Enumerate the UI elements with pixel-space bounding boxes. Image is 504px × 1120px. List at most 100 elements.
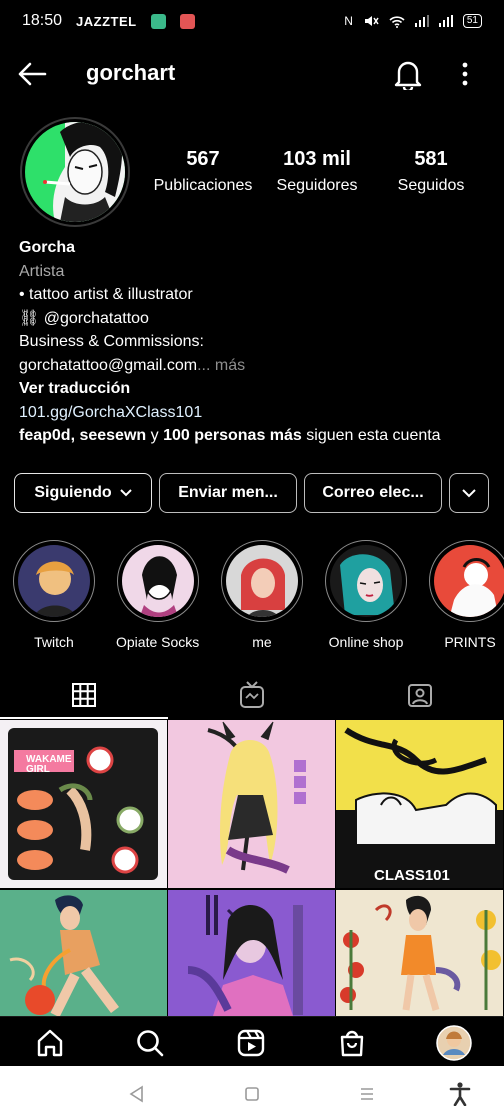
shopping-bag-icon — [340, 1030, 364, 1057]
highlight-prints[interactable]: PRINTS — [428, 540, 504, 650]
highlight-label: me — [252, 634, 272, 650]
home-icon — [37, 1029, 63, 1057]
following-button-label: Siguiendo — [34, 484, 112, 501]
posts-grid: WAKAME GIRL CLASS101 — [0, 720, 504, 1016]
post-thumbnail[interactable] — [0, 890, 167, 1016]
profile-name: Gorcha — [19, 239, 76, 256]
bell-icon — [394, 61, 422, 93]
menu-lines-icon — [361, 1088, 373, 1100]
accessibility-button[interactable] — [448, 1082, 472, 1106]
followed-by-suffix: siguen esta cuenta — [301, 427, 441, 444]
search-icon — [137, 1030, 164, 1057]
wifi-icon — [389, 15, 405, 28]
stat-posts[interactable]: 567 Publicaciones — [150, 148, 256, 195]
reels-tv-icon — [240, 681, 264, 708]
bio-line: • tattoo artist & illustrator — [19, 286, 193, 303]
tagged-user-icon — [408, 684, 432, 707]
bio-line: Business & Commissions: — [19, 333, 204, 350]
bottom-navigation — [0, 1016, 504, 1066]
highlight-twitch[interactable]: Twitch — [12, 540, 96, 650]
suggestions-button[interactable] — [449, 473, 489, 513]
bio-email-line: gorchatattoo@gmail.com... más — [19, 354, 489, 378]
system-navigation-bar — [0, 1066, 504, 1120]
stat-followers-label: Seguidores — [276, 177, 358, 194]
post-text: CLASS101 — [374, 867, 450, 884]
stat-posts-value: 567 — [186, 148, 220, 170]
profile-avatar[interactable] — [25, 122, 125, 222]
highlight-thumbnail — [226, 545, 298, 617]
profile-avatar-icon — [436, 1025, 472, 1061]
triangle-back-icon — [129, 1085, 143, 1103]
post-thumbnail[interactable]: CLASS101 — [336, 720, 503, 888]
nav-search[interactable] — [132, 1025, 168, 1061]
stat-following-label: Seguidos — [397, 177, 465, 194]
status-time: 18:50 — [22, 12, 63, 29]
chevron-down-icon — [119, 489, 132, 497]
highlight-label: Online shop — [328, 634, 404, 650]
nav-profile[interactable] — [436, 1025, 472, 1061]
following-button[interactable]: Siguiendo — [14, 473, 152, 513]
reels-icon — [237, 1029, 265, 1057]
post-thumbnail[interactable] — [336, 890, 503, 1016]
email-button[interactable]: Correo elec... — [304, 473, 442, 513]
nfc-icon: N — [344, 14, 353, 28]
active-tab-indicator — [0, 717, 168, 719]
nav-shop[interactable] — [334, 1025, 370, 1061]
email-button-label: Correo elec... — [322, 484, 424, 501]
bio-more-link[interactable]: ... más — [197, 357, 245, 374]
highlight-label: Opiate Socks!... — [116, 634, 200, 650]
more-vertical-icon — [462, 62, 468, 86]
post-thumbnail[interactable] — [168, 720, 335, 888]
bio-tattoo-account-link[interactable]: ⛓ @gorchatattoo — [19, 307, 489, 331]
square-home-icon — [245, 1087, 259, 1101]
stat-followers[interactable]: 103 mil Seguidores — [270, 148, 364, 195]
stat-posts-label: Publicaciones — [153, 177, 253, 194]
highlight-online-shop[interactable]: Online shop — [324, 540, 408, 650]
system-home-button[interactable] — [240, 1082, 264, 1106]
grid-icon — [72, 683, 96, 707]
followed-by-names: feap0d, seesewn — [19, 427, 147, 444]
profile-header: gorchart — [0, 50, 504, 98]
website-link[interactable]: 101.gg/GorchaXClass101 — [19, 401, 489, 425]
message-button[interactable]: Enviar men... — [159, 473, 297, 513]
stat-followers-value: 103 mil — [283, 148, 351, 170]
music-notification-icon — [179, 13, 195, 29]
nav-home[interactable] — [32, 1025, 68, 1061]
status-carrier: JAZZTEL — [76, 13, 137, 29]
followed-by[interactable]: feap0d, seesewn y 100 personas más sigue… — [19, 424, 489, 448]
tab-reels[interactable] — [168, 675, 336, 715]
profile-bio: Gorcha Artista • tattoo artist & illustr… — [19, 236, 489, 448]
bio-email: gorchatattoo@gmail.com — [19, 356, 198, 374]
accessibility-icon — [449, 1082, 471, 1106]
post-thumbnail[interactable] — [168, 890, 335, 1016]
highlight-opiate-socks[interactable]: Opiate Socks!... — [116, 540, 200, 650]
message-button-label: Enviar men... — [178, 484, 278, 501]
highlight-me[interactable]: me — [220, 540, 304, 650]
followed-by-and: y — [146, 427, 164, 444]
highlight-label: Twitch — [34, 634, 74, 650]
system-back-button[interactable] — [124, 1082, 148, 1106]
more-options-button[interactable] — [453, 58, 477, 90]
profile-category: Artista — [19, 262, 65, 280]
nav-reels[interactable] — [233, 1025, 269, 1061]
system-recents-button[interactable] — [355, 1082, 379, 1106]
tab-tagged[interactable] — [336, 675, 504, 715]
translate-link[interactable]: Ver traducción — [19, 377, 489, 401]
post-text: GIRL — [26, 764, 50, 775]
stat-following[interactable]: 581 Seguidos — [392, 148, 470, 195]
arrow-left-icon — [18, 62, 47, 86]
notifications-button[interactable] — [393, 58, 425, 93]
highlight-thumbnail — [122, 545, 194, 617]
signal-icon — [438, 15, 453, 27]
tab-posts-grid[interactable] — [0, 675, 168, 715]
highlight-thumbnail — [18, 545, 90, 617]
back-button[interactable] — [16, 58, 48, 90]
chevron-down-icon — [462, 488, 476, 497]
stat-following-value: 581 — [414, 148, 448, 170]
mute-icon — [364, 16, 379, 26]
highlight-thumbnail — [330, 545, 402, 617]
post-thumbnail[interactable]: WAKAME GIRL — [0, 720, 167, 888]
highlight-thumbnail — [434, 545, 504, 617]
battery-indicator: 51 — [462, 14, 482, 28]
profile-username: gorchart — [86, 60, 176, 85]
